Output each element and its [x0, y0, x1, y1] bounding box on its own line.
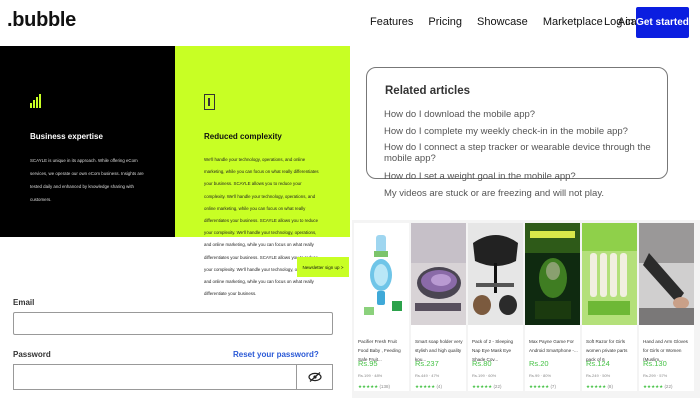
- product-price: Rs.20: [529, 359, 549, 368]
- rating-count: (8): [607, 384, 613, 389]
- product-card[interactable]: Hand and Arm Gloves for Girls or Women (…: [639, 223, 694, 391]
- product-title[interactable]: Max Payne Game For Android Smartphone -.…: [529, 337, 579, 355]
- rating-count: (138): [379, 384, 390, 389]
- business-expertise-panel: Business expertise SCAYLE is unique in i…: [0, 46, 175, 237]
- product-price: Rs.130: [643, 359, 667, 368]
- newsletter-signup-button[interactable]: Newsletter sign up >: [297, 257, 349, 277]
- business-expertise-title: Business expertise: [30, 132, 103, 141]
- nav-item-showcase[interactable]: Showcase: [477, 16, 528, 28]
- product-image[interactable]: [468, 223, 523, 325]
- email-label: Email: [13, 298, 35, 307]
- related-article-link[interactable]: My videos are stuck or are freezing and …: [384, 188, 604, 199]
- product-rating: ★★★★★ (138): [358, 384, 390, 390]
- bar-chart-icon: [30, 94, 41, 108]
- product-price: Rs.124: [586, 359, 610, 368]
- product-original-price: Rs.299 · 57%: [643, 373, 668, 378]
- product-card[interactable]: Soft Razor for Girls women private parts…: [582, 223, 637, 391]
- product-price: Rs.95: [358, 359, 378, 368]
- product-image[interactable]: [582, 223, 637, 325]
- product-card[interactable]: Max Payne Game For Android Smartphone -.…: [525, 223, 580, 391]
- star-rating: ★★★★★: [586, 384, 607, 389]
- reduced-complexity-title: Reduced complexity: [204, 132, 282, 141]
- toggle-password-visibility-button[interactable]: [296, 364, 333, 390]
- login-link[interactable]: Log in: [604, 16, 634, 28]
- reset-password-link[interactable]: Reset your password?: [233, 350, 319, 359]
- product-image[interactable]: [525, 223, 580, 325]
- product-original-price: Rs.199 · 48%: [358, 373, 383, 378]
- rating-count: (22): [664, 384, 673, 389]
- product-original-price: Rs.449 · 47%: [415, 373, 440, 378]
- product-card[interactable]: Pack of 2 - Sleeping Nap Eye Mask Eye Sh…: [468, 223, 523, 391]
- nav-item-pricing[interactable]: Pricing: [428, 16, 462, 28]
- product-grid: Pacifier Fresh Fruit Food Baby , Feeding…: [352, 220, 700, 398]
- reduced-complexity-text: We'll handle your technology, operations…: [204, 157, 319, 297]
- product-original-price: Rs.199 · 60%: [472, 373, 497, 378]
- star-rating: ★★★★★: [415, 384, 436, 389]
- password-field[interactable]: [13, 364, 296, 390]
- product-image[interactable]: [411, 223, 466, 325]
- product-rating: ★★★★★ (4): [415, 384, 442, 390]
- product-image[interactable]: [639, 223, 694, 325]
- logo[interactable]: .bubble: [7, 9, 76, 32]
- password-label: Password: [13, 350, 51, 359]
- product-rating: ★★★★★ (8): [586, 384, 613, 390]
- nav-item-features[interactable]: Features: [370, 16, 413, 28]
- nav-item-marketplace[interactable]: Marketplace: [543, 16, 603, 28]
- star-rating: ★★★★★: [358, 384, 379, 389]
- related-article-link[interactable]: How do I complete my weekly check-in in …: [384, 126, 628, 137]
- rating-count: (4): [436, 384, 442, 389]
- email-field[interactable]: [13, 312, 333, 335]
- business-expertise-text: SCAYLE is unique in its approach. While …: [30, 158, 144, 202]
- product-original-price: Rs.249 · 50%: [586, 373, 611, 378]
- star-rating: ★★★★★: [643, 384, 664, 389]
- related-article-link[interactable]: How do I set a weight goal in the mobile…: [384, 171, 576, 182]
- star-rating: ★★★★★: [472, 384, 493, 389]
- product-rating: ★★★★★ (22): [472, 384, 501, 390]
- related-articles-title: Related articles: [385, 85, 471, 97]
- product-price: Rs.237: [415, 359, 439, 368]
- product-card[interactable]: Pacifier Fresh Fruit Food Baby , Feeding…: [354, 223, 409, 391]
- rating-count: (7): [550, 384, 556, 389]
- related-article-link[interactable]: How do I download the mobile app?: [384, 109, 535, 120]
- get-started-button[interactable]: Get started: [636, 7, 689, 38]
- star-rating: ★★★★★: [529, 384, 550, 389]
- product-card[interactable]: Smart soap holder very stylish and high …: [411, 223, 466, 391]
- product-rating: ★★★★★ (7): [529, 384, 556, 390]
- product-original-price: Rs.99 · 80%: [529, 373, 552, 378]
- product-rating: ★★★★★ (22): [643, 384, 672, 390]
- product-price: Rs.80: [472, 359, 492, 368]
- related-article-link[interactable]: How do I connect a step tracker or weara…: [384, 142, 654, 164]
- document-icon: [204, 94, 215, 110]
- eye-slash-icon: [307, 372, 322, 382]
- rating-count: (22): [493, 384, 502, 389]
- top-nav: .bubble Features Pricing Showcase Market…: [0, 0, 700, 46]
- product-image[interactable]: [354, 223, 409, 325]
